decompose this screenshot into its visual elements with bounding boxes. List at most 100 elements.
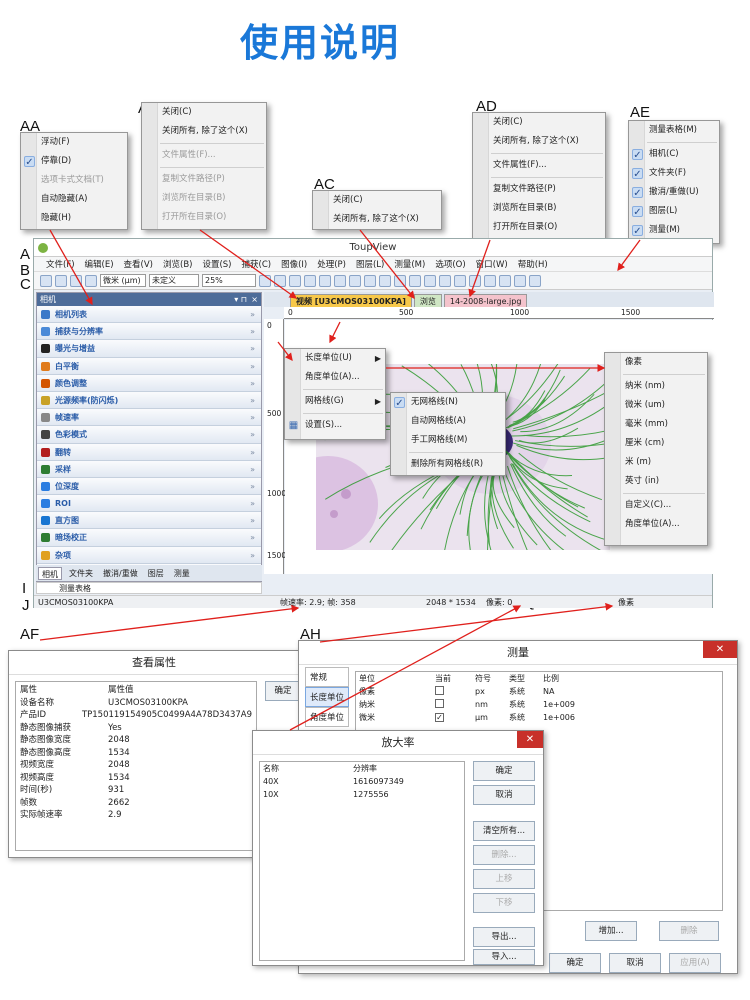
select-rect-icon[interactable] xyxy=(259,274,271,287)
menu-item-undo-redo[interactable]: ✓ 撤消/重做(U) xyxy=(629,183,719,202)
menu-view[interactable]: 查看(V) xyxy=(124,258,153,270)
table-row[interactable]: 像素 px 系统 NA xyxy=(356,685,600,698)
delete-button[interactable]: 删除 xyxy=(659,921,719,941)
ok-button[interactable]: 确定 xyxy=(473,761,535,781)
tab-layers[interactable]: 图层 xyxy=(145,567,167,580)
menu-item-auto-hide[interactable]: 自动隐藏(A) xyxy=(21,190,127,209)
menu-item-close[interactable]: 关闭(C) xyxy=(473,113,605,132)
dot-tool-icon[interactable] xyxy=(319,274,331,287)
panel-section[interactable]: 颜色调整 » xyxy=(37,374,261,392)
menu-item-unit-pixel[interactable]: 像素 xyxy=(605,353,707,372)
open-folder-icon[interactable] xyxy=(40,274,52,287)
table-row[interactable]: 纳米 nm 系统 1e+009 xyxy=(356,698,600,711)
menu-item-open-dir[interactable]: 打开所在目录(O) xyxy=(473,218,605,237)
circle-tool-icon[interactable] xyxy=(409,274,421,287)
save-as-icon[interactable] xyxy=(70,274,82,287)
expand-chevron-icon[interactable]: » xyxy=(250,547,255,564)
panel-section[interactable]: 帧速率 » xyxy=(37,409,261,427)
menu-item-measure-table[interactable]: 测量表格(M) xyxy=(629,121,719,140)
menu-settings[interactable]: 设置(S) xyxy=(202,258,231,270)
menu-help[interactable]: 帮助(H) xyxy=(518,258,548,270)
expand-chevron-icon[interactable]: » xyxy=(250,409,255,426)
menu-item-angle-unit[interactable]: 角度单位(A)... xyxy=(605,515,707,534)
table-icon[interactable] xyxy=(529,274,541,287)
expand-chevron-icon[interactable]: » xyxy=(250,512,255,529)
ellipse-tool-icon[interactable] xyxy=(394,274,406,287)
menu-item-browse-dir[interactable]: 浏览所在目录(B) xyxy=(142,189,266,208)
menu-file[interactable]: 文件(F) xyxy=(46,258,75,270)
menu-item-settings[interactable]: ▦ 设置(S)... xyxy=(285,416,385,435)
expand-chevron-icon[interactable]: » xyxy=(250,375,255,392)
table-row[interactable]: 40X 1616097349 xyxy=(260,775,450,788)
cancel-button[interactable]: 取消 xyxy=(473,785,535,805)
menu-item-file-properties[interactable]: 文件属性(F)... xyxy=(142,146,266,165)
menu-item-close-others[interactable]: 关闭所有, 除了这个(X) xyxy=(313,210,441,229)
menu-item-browse-dir[interactable]: 浏览所在目录(B) xyxy=(473,199,605,218)
export-button[interactable]: 导出... xyxy=(473,927,535,947)
save-icon[interactable] xyxy=(55,274,67,287)
menu-options[interactable]: 选项(O) xyxy=(435,258,465,270)
menu-edit[interactable]: 编辑(E) xyxy=(85,258,114,270)
panel-section[interactable]: 色彩模式 » xyxy=(37,426,261,444)
ring-tool-icon[interactable] xyxy=(424,274,436,287)
menu-item-length-unit[interactable]: 长度单位(U) ▶ xyxy=(285,349,385,368)
export-icon[interactable] xyxy=(514,274,526,287)
menu-item-close-others[interactable]: 关闭所有, 除了这个(X) xyxy=(473,132,605,151)
panel-section[interactable]: 相机列表 » xyxy=(37,306,261,324)
clear-all-button[interactable]: 清空所有... xyxy=(473,821,535,841)
zoom-select[interactable]: 25% xyxy=(202,274,256,287)
apply-button[interactable]: 应用(A) xyxy=(669,953,721,973)
menu-item-camera[interactable]: ✓ 相机(C) xyxy=(629,145,719,164)
expand-chevron-icon[interactable]: » xyxy=(250,478,255,495)
menu-browse[interactable]: 浏览(B) xyxy=(163,258,192,270)
menu-item-grid[interactable]: 网格线(G) ▶ xyxy=(285,392,385,411)
menu-item-folder[interactable]: ✓ 文件夹(F) xyxy=(629,164,719,183)
calibration-select[interactable]: 未定义 xyxy=(149,274,199,287)
menu-item-no-grid[interactable]: ✓ 无网格线(N) xyxy=(391,393,505,412)
panel-section[interactable]: 位深度 » xyxy=(37,477,261,496)
expand-chevron-icon[interactable]: » xyxy=(250,323,255,340)
table-row[interactable]: 微米 ✓ μm 系统 1e+006 xyxy=(356,711,600,724)
parallel-tool-icon[interactable] xyxy=(349,274,361,287)
menu-item-manual-grid[interactable]: 手工网格线(M) xyxy=(391,431,505,450)
expand-chevron-icon[interactable]: » xyxy=(250,306,255,323)
panel-section[interactable]: 白平衡 » xyxy=(37,357,261,375)
perpendicular-tool-icon[interactable] xyxy=(364,274,376,287)
hand-tool-icon[interactable] xyxy=(274,274,286,287)
expand-chevron-icon[interactable]: » xyxy=(250,358,255,375)
menu-item-unit-nm[interactable]: 纳米 (nm) xyxy=(605,377,707,396)
close-icon[interactable]: ✕ xyxy=(517,731,543,748)
move-up-button[interactable]: 上移 xyxy=(473,869,535,889)
current-checkbox[interactable] xyxy=(432,698,472,711)
menu-item-unit-custom[interactable]: 自定义(C)... xyxy=(605,496,707,515)
menu-item-delete-grids[interactable]: 删除所有网格线(R) xyxy=(391,455,505,474)
panel-section[interactable]: 光源频率(防闪烁) » xyxy=(37,391,261,410)
panel-section[interactable]: 暗场校正 » xyxy=(37,529,261,547)
doc-tab-browse[interactable]: 浏览 xyxy=(413,294,442,307)
tab-general[interactable]: 常规 xyxy=(305,667,349,687)
add-button[interactable]: 增加... xyxy=(585,921,637,941)
menu-layer[interactable]: 图层(L) xyxy=(356,258,384,270)
unit-select[interactable]: 微米 (μm) xyxy=(100,274,146,287)
ok-button[interactable]: 确定 xyxy=(549,953,601,973)
menu-process[interactable]: 处理(P) xyxy=(317,258,346,270)
menu-item-auto-grid[interactable]: 自动网格线(A) xyxy=(391,412,505,431)
tab-measure-table[interactable]: 测量表格 xyxy=(36,582,262,594)
menu-capture[interactable]: 捕获(C) xyxy=(242,258,272,270)
star-tool-icon[interactable] xyxy=(469,274,481,287)
menu-item-open-dir[interactable]: 打开所在目录(O) xyxy=(142,208,266,227)
table-row[interactable]: 10X 1275556 xyxy=(260,788,450,801)
menu-item-hide[interactable]: 隐藏(H) xyxy=(21,209,127,228)
tab-camera[interactable]: 相机 xyxy=(38,566,62,580)
menu-image[interactable]: 图像(I) xyxy=(281,258,307,270)
tab-angle-unit[interactable]: 角度单位 xyxy=(305,707,349,727)
close-icon[interactable]: ✕ xyxy=(703,641,737,658)
panel-section[interactable]: 采样 » xyxy=(37,460,261,478)
menu-item-tabbed-document[interactable]: 选项卡式文档(T) xyxy=(21,171,127,190)
panel-section[interactable]: 杂项 » xyxy=(37,546,261,564)
tab-length-unit[interactable]: 长度单位 xyxy=(305,687,349,707)
menu-item-float[interactable]: 浮动(F) xyxy=(21,133,127,152)
menu-item-close[interactable]: 关闭(C) xyxy=(142,103,266,122)
expand-chevron-icon[interactable]: » xyxy=(250,461,255,478)
menu-window[interactable]: 窗口(W) xyxy=(476,258,508,270)
